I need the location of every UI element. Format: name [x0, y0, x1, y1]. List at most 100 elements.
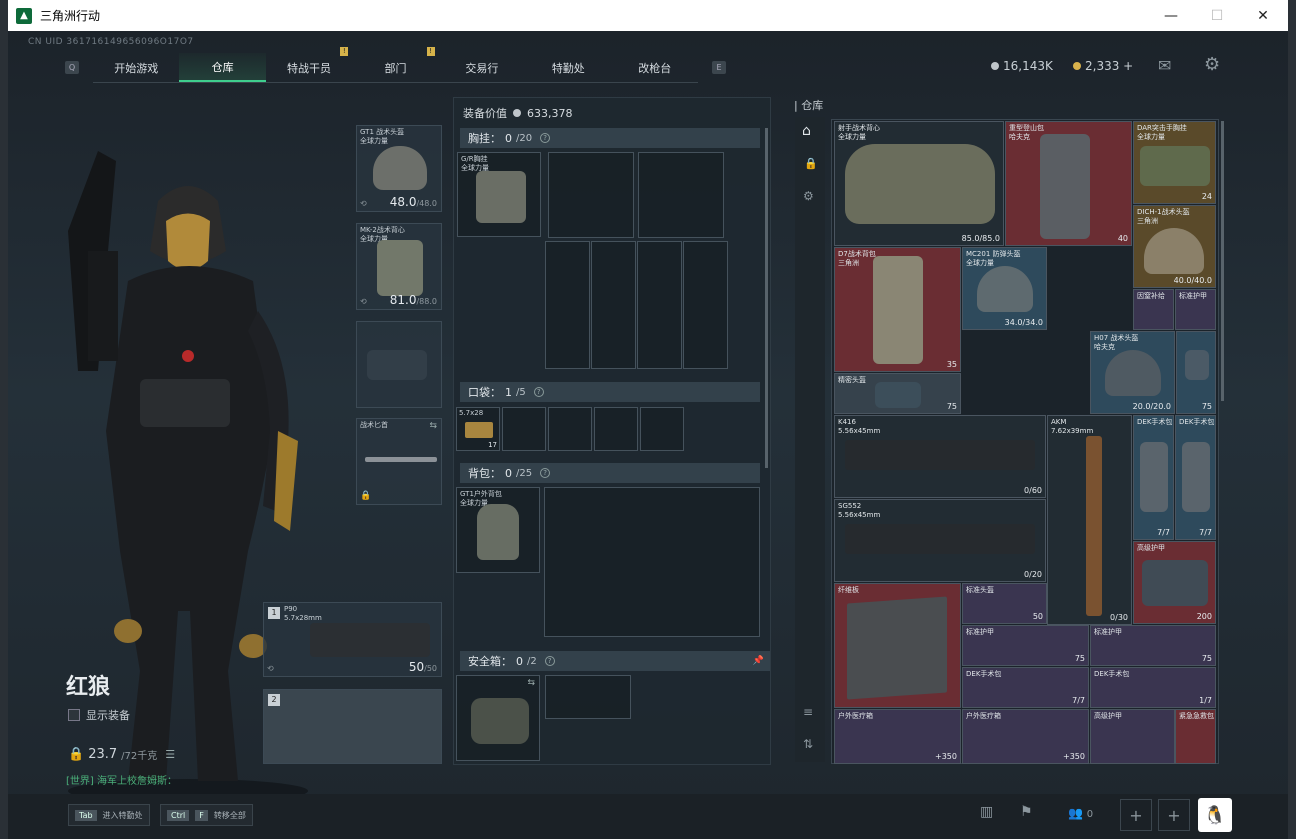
stats-icon[interactable]: ▥ — [980, 804, 993, 820]
stash-item[interactable]: H07 战术头盔 哈夫克 20.0/20.0 — [1090, 331, 1175, 414]
tab-operators[interactable]: 特战干员! — [266, 47, 352, 82]
stash-item[interactable]: 75 — [1176, 331, 1216, 414]
safebox-grid[interactable] — [545, 675, 631, 719]
stash-item[interactable]: D7战术背包 三角洲 35 — [834, 247, 961, 372]
chest-rig-image — [476, 171, 526, 223]
backpack-slot[interactable]: GT1户外背包 全球力量 — [456, 487, 540, 573]
world-chat[interactable]: [世界] 海军上校詹姆斯： — [66, 772, 177, 787]
silver-coin-icon — [991, 62, 999, 70]
helmet-slot[interactable]: GT1 战术头盔 全球力量 ⟲ 48.0/48.0 — [356, 125, 442, 212]
stash-item[interactable]: 高级护甲 — [1090, 709, 1175, 764]
pocket-slot[interactable] — [640, 407, 684, 451]
show-gear-toggle[interactable]: 显示装备 — [68, 707, 130, 723]
stash-item[interactable]: 纤维板 — [834, 583, 961, 708]
stash-scrollbar[interactable] — [1221, 121, 1224, 401]
pocket-slot[interactable] — [594, 407, 638, 451]
stash-item[interactable]: DEK手术包 7/7 — [1133, 415, 1174, 540]
tab-special-ops[interactable]: 特勤处 — [525, 53, 611, 82]
stash-item[interactable]: 标准护甲 75 — [962, 625, 1089, 666]
secondary-weapon-slot[interactable]: 2 — [263, 689, 442, 764]
chest-grid-cell[interactable] — [548, 152, 634, 238]
chest-grid-cell[interactable] — [637, 241, 682, 369]
repair-icon: ⟲ — [360, 199, 367, 208]
chest-grid-cell[interactable] — [545, 241, 590, 369]
pin-icon[interactable]: 📌 — [753, 656, 764, 666]
add-squad-button[interactable]: + — [1120, 799, 1152, 831]
tab-market[interactable]: 交易行 — [439, 53, 525, 82]
stash-item[interactable]: 射手战术背心 全球力量 85.0/85.0 — [834, 121, 1004, 246]
stash-item[interactable]: AKM 7.62x39mm 0/30 — [1047, 415, 1132, 625]
stash-item[interactable]: DEK手术包 7/7 — [962, 667, 1089, 708]
chest-rig-slot[interactable]: G/R胸挂 全球力量 — [457, 152, 541, 237]
checkbox[interactable] — [68, 709, 80, 721]
swap-icon[interactable]: ⇆ — [527, 678, 535, 688]
stash-item[interactable]: SG552 5.56x45mm 0/20 — [834, 499, 1046, 582]
help-icon[interactable]: ? — [544, 656, 555, 666]
stash-item[interactable]: DEK手术包 1/7 — [1090, 667, 1216, 708]
stash-item[interactable]: DEK手术包 7/7 — [1175, 415, 1216, 540]
tab-warehouse[interactable]: 仓库 — [179, 53, 266, 82]
stash-item[interactable]: 精密头盔 75 — [834, 373, 961, 414]
stash-item[interactable]: 户外医疗箱 +350 — [834, 709, 961, 764]
gear-icon[interactable]: ⚙ — [803, 189, 814, 203]
help-icon[interactable]: ? — [540, 468, 551, 478]
stash-item[interactable]: 标准护甲 — [1175, 289, 1216, 330]
safebox-image — [471, 698, 529, 744]
backpack-image — [477, 504, 519, 560]
lock-icon[interactable]: 🔒 — [804, 157, 818, 170]
transfer-all-button[interactable]: Ctrl F 转移全部 — [160, 804, 253, 826]
melee-slot[interactable]: 战术匕首 ⇆ 🔒 — [356, 418, 442, 505]
user-uid: CN UID 361716149656096O17O7 — [28, 37, 194, 47]
stash-item[interactable]: MC201 防弹头盔 全球力量 34.0/34.0 — [962, 247, 1047, 330]
home-icon[interactable]: ⌂ — [802, 123, 811, 139]
chest-grid-cell[interactable] — [638, 152, 724, 238]
friends-icon[interactable]: 👥 0 — [1068, 806, 1093, 820]
close-button[interactable]: ✕ — [1240, 0, 1286, 31]
chest-grid-cell[interactable] — [683, 241, 728, 369]
settings-icon[interactable]: ⚙ — [1204, 54, 1220, 75]
maximize-button[interactable]: ☐ — [1194, 0, 1240, 31]
sort-icon[interactable]: ⇅ — [803, 737, 813, 751]
stash-item[interactable]: 标准头盔 50 — [962, 583, 1047, 624]
silver-currency[interactable]: 16,143K — [991, 59, 1053, 73]
chest-grid-cell[interactable] — [591, 241, 636, 369]
stash-item[interactable]: 高级护甲 200 — [1133, 541, 1216, 624]
carry-weight: 🔒 23.7/72千克 ☰ — [68, 747, 176, 762]
pistol-slot[interactable] — [356, 321, 442, 408]
slot-index: 1 — [268, 607, 280, 619]
stash-item[interactable]: DICH-1战术头盔 三角洲 40.0/40.0 — [1133, 205, 1216, 288]
stash-item[interactable]: 标准护甲 75 — [1090, 625, 1216, 666]
stash-item[interactable]: K416 5.56x45mm 0/60 — [834, 415, 1046, 498]
add-squad-button[interactable]: + — [1158, 799, 1190, 831]
tab-gunsmith[interactable]: 改枪台 — [612, 53, 698, 82]
stash-item[interactable]: DAR突击手胸挂 全球力量 24 — [1133, 121, 1216, 204]
pocket-slot[interactable] — [548, 407, 592, 451]
avatar[interactable]: 🐧 — [1198, 798, 1232, 832]
primary-weapon-slot[interactable]: 1 P90 5.7x28mm ⟲ 50/50 — [263, 602, 442, 677]
stash-item[interactable]: 户外医疗箱 +350 — [962, 709, 1089, 764]
enter-special-ops-button[interactable]: Tab 进入特勤处 — [68, 804, 150, 826]
loadout-scrollbar[interactable] — [765, 128, 768, 468]
gold-currency[interactable]: 2,333 + — [1073, 59, 1133, 73]
help-icon[interactable]: ? — [540, 133, 551, 143]
stash-item[interactable]: 因窒补给 — [1133, 289, 1174, 330]
backpack-grid[interactable] — [544, 487, 760, 637]
armor-slot[interactable]: MK-2战术背心 全球力量 ⟲ 81.0/88.0 — [356, 223, 442, 310]
pocket-slot[interactable]: 5.7x28 17 — [456, 407, 500, 451]
stash-item[interactable]: 重型登山包 哈夫克 40 — [1005, 121, 1132, 246]
safebox-slot[interactable]: ⇆ — [456, 675, 540, 761]
knife-image — [365, 457, 437, 462]
pocket-slot[interactable] — [502, 407, 546, 451]
list-icon[interactable]: ☰ — [165, 748, 175, 761]
layers-icon[interactable]: ≡ — [803, 705, 813, 719]
minimize-button[interactable]: — — [1148, 0, 1194, 31]
help-icon[interactable]: ? — [533, 387, 544, 397]
flag-icon[interactable]: ⚑ — [1020, 804, 1033, 820]
lock-icon: 🔒 — [360, 491, 372, 501]
gold-coin-icon — [1073, 62, 1081, 70]
mail-icon[interactable]: ✉ — [1158, 56, 1171, 75]
swap-icon[interactable]: ⇆ — [429, 421, 437, 431]
stash-item[interactable]: 紧急急救包 — [1175, 709, 1216, 764]
tab-department[interactable]: 部门! — [352, 47, 438, 82]
tab-start-game[interactable]: 开始游戏 — [93, 53, 179, 82]
